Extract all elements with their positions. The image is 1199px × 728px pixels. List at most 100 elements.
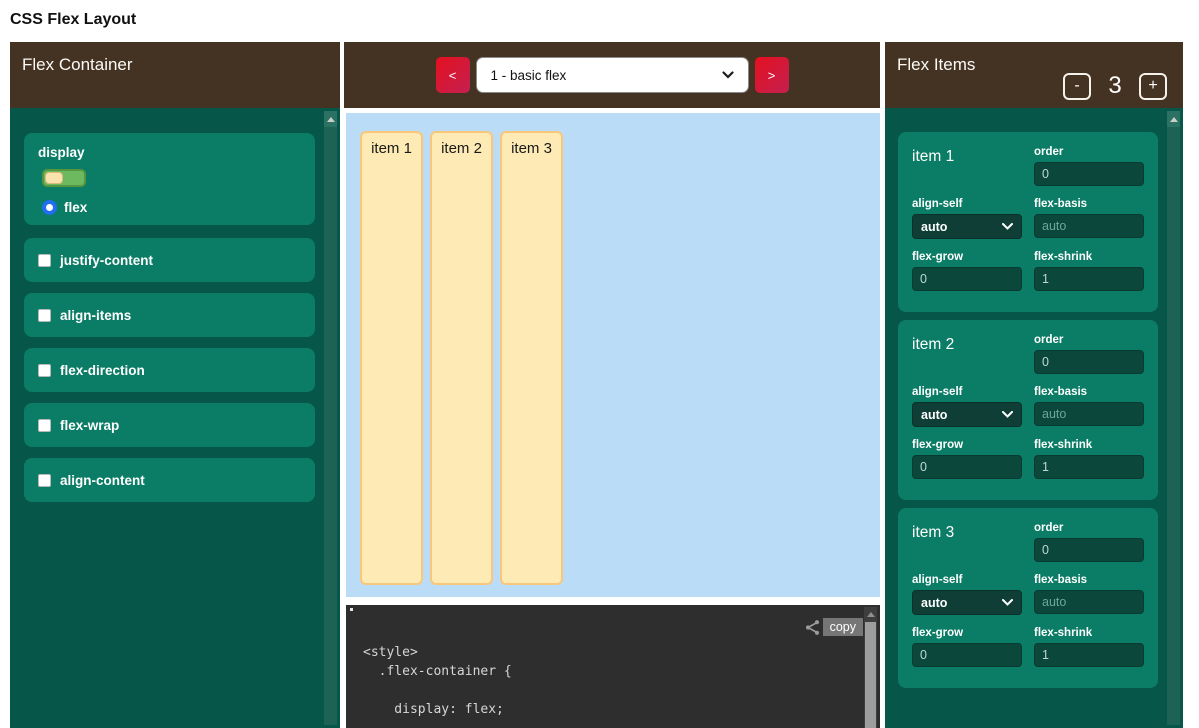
flex-container-panel-header: Flex Container [10,42,340,108]
align-items-checkbox[interactable] [38,309,51,322]
preview-flex-item: item 1 [360,131,423,585]
flex-basis-label: flex-basis [1034,574,1144,586]
flex-grow-input[interactable] [912,643,1022,667]
flex-basis-input[interactable] [1034,214,1144,238]
order-label: order [1034,522,1144,534]
item-3-settings-card: item 3 order align-self auto flex-basis [898,508,1158,688]
item-card-title: item 3 [912,524,1022,562]
scroll-up-arrow-icon[interactable] [1167,111,1180,127]
display-property-card: display flex [24,133,315,225]
flex-container-panel-body: display flex justify-content align-items [10,108,340,728]
scroll-up-arrow-icon[interactable] [324,111,337,127]
flex-container-panel: Flex Container display flex justify-cont… [10,42,340,728]
flex-basis-label: flex-basis [1034,198,1144,210]
order-input[interactable] [1034,350,1144,374]
item-card-title: item 2 [912,336,1022,374]
preview-column: < 1 - basic flex > item 1 item 2 item 3 … [344,42,880,728]
app-screen: CSS Flex Layout Flex Container display f… [0,0,1199,728]
align-self-value: auto [921,596,947,610]
justify-content-checkbox[interactable] [38,254,51,267]
example-select-value: 1 - basic flex [491,68,567,83]
css-code-block: <style> .flex-container { display: flex; [363,643,512,719]
code-panel: <style> .flex-container { display: flex;… [346,605,880,728]
flex-items-panel: Flex Items - 3 + item 1 order align-self… [885,42,1183,728]
previous-example-button[interactable]: < [436,57,470,93]
code-caret-dot [350,608,353,611]
flex-radio-label: flex [64,200,87,215]
flex-shrink-label: flex-shrink [1034,627,1144,639]
flex-items-panel-body: item 1 order align-self auto flex-basis [885,108,1183,728]
display-label: display [38,145,301,160]
flex-radio-button[interactable] [42,200,57,215]
item-2-settings-card: item 2 order align-self auto flex-basis [898,320,1158,500]
chevron-down-icon [1002,411,1013,418]
display-toggle-switch[interactable] [42,169,86,187]
code-line: .flex-container { [363,662,512,681]
align-content-label: align-content [60,473,145,488]
example-select[interactable]: 1 - basic flex [476,57,749,93]
flex-direction-checkbox[interactable] [38,364,51,377]
toggle-knob [45,172,63,184]
order-input[interactable] [1034,538,1144,562]
flex-wrap-checkbox[interactable] [38,419,51,432]
item-count-controls: - 3 + [1063,72,1167,100]
flex-shrink-input[interactable] [1034,643,1144,667]
chevron-down-icon [1002,223,1013,230]
next-example-button[interactable]: > [755,57,789,93]
flex-wrap-card: flex-wrap [24,403,315,447]
scroll-up-arrow-icon[interactable] [864,607,877,621]
left-panel-scrollbar[interactable] [324,111,337,725]
order-label: order [1034,334,1144,346]
preview-flex-item: item 2 [430,131,493,585]
align-content-checkbox[interactable] [38,474,51,487]
flex-shrink-input[interactable] [1034,455,1144,479]
flex-items-title: Flex Items [897,55,975,74]
add-item-button[interactable]: + [1139,73,1167,100]
page-title: CSS Flex Layout [10,11,136,29]
share-icon[interactable] [804,619,821,636]
code-line: display: flex; [363,700,512,719]
item-count-value: 3 [1105,72,1125,100]
chevron-down-icon [1002,599,1013,606]
display-flex-radio-row: flex [42,200,301,215]
code-line: <style> [363,643,512,662]
align-items-label: align-items [60,308,131,323]
align-self-select[interactable]: auto [912,402,1022,427]
flex-basis-label: flex-basis [1034,386,1144,398]
flex-grow-input[interactable] [912,455,1022,479]
flex-shrink-input[interactable] [1034,267,1144,291]
order-input[interactable] [1034,162,1144,186]
align-self-select[interactable]: auto [912,590,1022,615]
flex-direction-card: flex-direction [24,348,315,392]
flex-wrap-label: flex-wrap [60,418,119,433]
order-label: order [1034,146,1144,158]
flex-basis-input[interactable] [1034,590,1144,614]
flex-grow-label: flex-grow [912,251,1022,263]
chevron-down-icon [722,71,734,79]
flex-grow-label: flex-grow [912,439,1022,451]
align-self-value: auto [921,220,947,234]
item-1-settings-card: item 1 order align-self auto flex-basis [898,132,1158,312]
copy-code-button[interactable]: copy [823,618,863,636]
flex-items-panel-header: Flex Items - 3 + [885,42,1183,108]
align-self-label: align-self [912,198,1022,210]
code-scrollbar[interactable] [864,607,877,728]
align-self-label: align-self [912,574,1022,586]
flex-basis-input[interactable] [1034,402,1144,426]
flex-shrink-label: flex-shrink [1034,251,1144,263]
flex-grow-label: flex-grow [912,627,1022,639]
justify-content-card: justify-content [24,238,315,282]
align-items-card: align-items [24,293,315,337]
item-card-title: item 1 [912,148,1022,186]
code-scrollbar-thumb[interactable] [865,622,876,728]
flex-grow-input[interactable] [912,267,1022,291]
align-self-label: align-self [912,386,1022,398]
align-self-select[interactable]: auto [912,214,1022,239]
flex-direction-label: flex-direction [60,363,145,378]
justify-content-label: justify-content [60,253,153,268]
example-selector-bar: < 1 - basic flex > [344,42,880,108]
remove-item-button[interactable]: - [1063,73,1091,100]
flex-preview-container: item 1 item 2 item 3 [346,113,880,597]
right-panel-scrollbar[interactable] [1167,111,1180,725]
code-line [363,681,512,700]
